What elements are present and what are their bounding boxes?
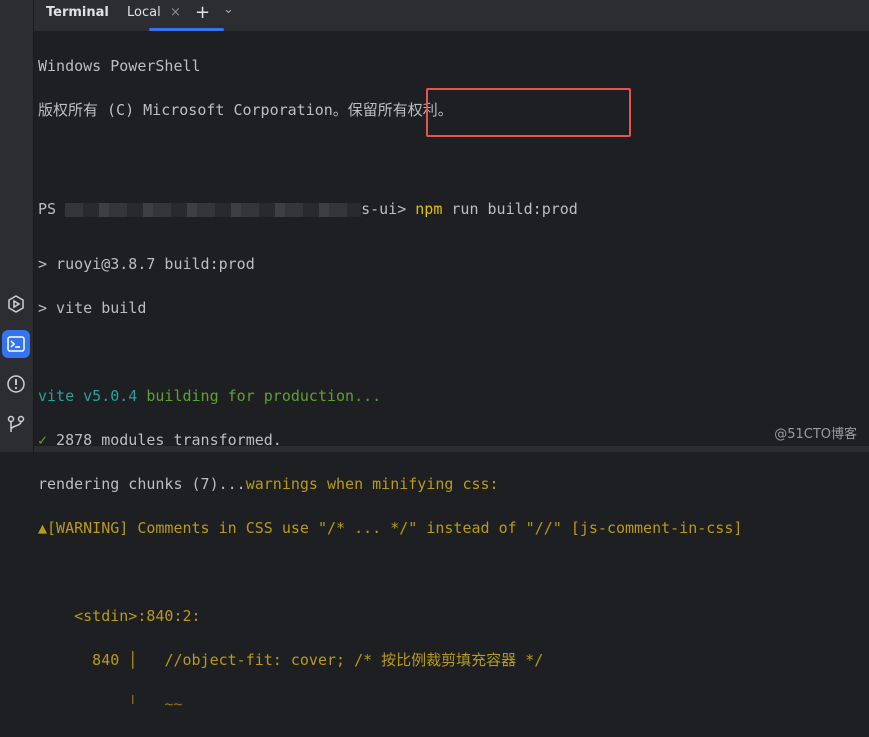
prompt-ps: PS bbox=[38, 200, 57, 218]
warnings-text: warnings when minifying css: bbox=[245, 475, 499, 493]
warning-icon: ▲ bbox=[38, 519, 48, 537]
terminal-tab-bar: Terminal Local × + ⌄ bbox=[34, 0, 869, 31]
horizontal-scrollbar[interactable] bbox=[34, 446, 869, 452]
command-keyword: npm bbox=[415, 200, 443, 218]
code-snippet: //object-fit: cover; /* 按比例裁剪填充容器 */ bbox=[164, 651, 544, 669]
prompt-line: PS s-ui> npm run build:prod bbox=[38, 198, 742, 220]
watermark: @51CTO博客 bbox=[774, 427, 857, 442]
run-services-icon[interactable] bbox=[2, 290, 30, 318]
chevron-down-icon[interactable]: ⌄ bbox=[223, 0, 234, 28]
building-text: building for production... bbox=[137, 387, 382, 405]
output-line: ▲[WARNING] Comments in CSS use "/* ... *… bbox=[38, 517, 742, 539]
output-line: vite v5.0.4 building for production... bbox=[38, 385, 742, 407]
add-tab-icon[interactable]: + bbox=[195, 0, 210, 31]
warning-text: [WARNING] Comments in CSS use "/* ... */… bbox=[47, 519, 743, 537]
tab-local[interactable]: Local bbox=[127, 0, 161, 31]
command-args: run build:prod bbox=[442, 200, 578, 218]
prompt-path: s-ui> bbox=[361, 200, 407, 218]
output-line: rendering chunks (7)...warnings when min… bbox=[38, 473, 742, 495]
output-line: 840 │ //object-fit: cover; /* 按比例裁剪填充容器 … bbox=[38, 649, 742, 671]
tool-window-sidebar bbox=[0, 0, 34, 452]
line-number: 840 │ bbox=[38, 651, 165, 669]
output-line: Windows PowerShell bbox=[38, 57, 201, 75]
terminal-title: Terminal bbox=[46, 5, 109, 20]
output-line: <stdin>:840:2: bbox=[38, 607, 201, 625]
rendering-text: rendering chunks (7)... bbox=[38, 475, 246, 493]
vite-version: vite v5.0.4 bbox=[38, 387, 138, 405]
output-line: ╵ ~~ bbox=[38, 695, 183, 713]
output-line: > vite build bbox=[38, 299, 147, 317]
git-branch-icon[interactable] bbox=[2, 410, 30, 438]
redacted-path bbox=[65, 202, 362, 217]
highlight-box bbox=[426, 88, 631, 137]
output-line: > ruoyi@3.8.7 build:prod bbox=[38, 255, 255, 273]
terminal-icon[interactable] bbox=[2, 330, 30, 358]
terminal-output[interactable]: Windows PowerShell 版权所有 (C) Microsoft Co… bbox=[38, 33, 742, 737]
active-tab-indicator bbox=[149, 28, 224, 31]
close-tab-icon[interactable]: × bbox=[170, 0, 181, 31]
output-line: 版权所有 (C) Microsoft Corporation。保留所有权利。 bbox=[38, 101, 453, 119]
problems-icon[interactable] bbox=[2, 370, 30, 398]
